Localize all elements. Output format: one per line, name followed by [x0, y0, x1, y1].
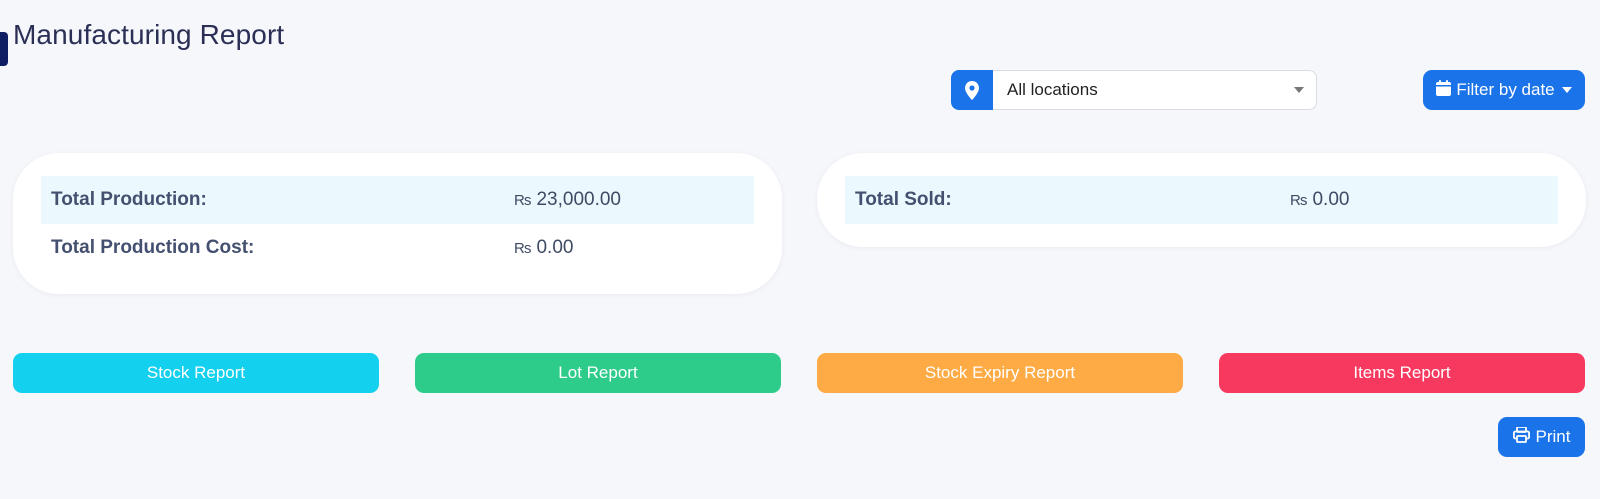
total-production-label: Total Production: — [51, 189, 207, 210]
total-production-row: Total Production: ₨ 23,000.00 — [41, 176, 754, 224]
location-filter[interactable]: All locations — [951, 70, 1317, 110]
total-sold-label: Total Sold: — [855, 189, 952, 210]
total-production-cost-amount: 0.00 — [536, 237, 574, 258]
sidebar-toggle-tab[interactable] — [0, 32, 8, 66]
location-select-value: All locations — [1007, 80, 1098, 99]
location-select[interactable]: All locations — [993, 70, 1317, 110]
total-production-amount: 23,000.00 — [536, 189, 621, 210]
currency-symbol: ₨ — [514, 240, 532, 257]
total-production-cost-label: Total Production Cost: — [51, 237, 255, 258]
print-label: Print — [1535, 427, 1571, 446]
map-marker-icon — [951, 70, 993, 110]
calendar-icon — [1436, 79, 1452, 101]
total-production-cost-row: Total Production Cost: ₨ 0.00 — [41, 224, 754, 272]
total-sold-row: Total Sold: ₨ 0.00 — [845, 176, 1558, 224]
total-sold-amount: 0.00 — [1312, 189, 1350, 210]
total-production-cost-value: ₨ 0.00 — [514, 237, 573, 259]
lot-report-button[interactable]: Lot Report — [415, 353, 781, 393]
currency-symbol: ₨ — [1290, 192, 1308, 209]
page-title: Manufacturing Report — [13, 19, 285, 50]
filter-by-date-button[interactable]: Filter by date — [1423, 70, 1585, 110]
sales-summary-card: Total Sold: ₨ 0.00 — [817, 153, 1586, 247]
caret-down-icon — [1561, 87, 1572, 93]
items-report-button[interactable]: Items Report — [1219, 353, 1585, 393]
stock-report-button[interactable]: Stock Report — [13, 353, 379, 393]
filter-by-date-label: Filter by date — [1456, 80, 1555, 99]
production-summary-card: Total Production: ₨ 23,000.00 Total Produ… — [13, 153, 782, 294]
total-sold-value: ₨ 0.00 — [1290, 189, 1349, 211]
print-button[interactable]: Print — [1498, 417, 1585, 457]
currency-symbol: ₨ — [514, 192, 532, 209]
printer-icon — [1512, 425, 1530, 448]
chevron-down-icon — [1294, 87, 1304, 93]
stock-expiry-report-button[interactable]: Stock Expiry Report — [817, 353, 1183, 393]
total-production-value: ₨ 23,000.00 — [514, 189, 621, 211]
